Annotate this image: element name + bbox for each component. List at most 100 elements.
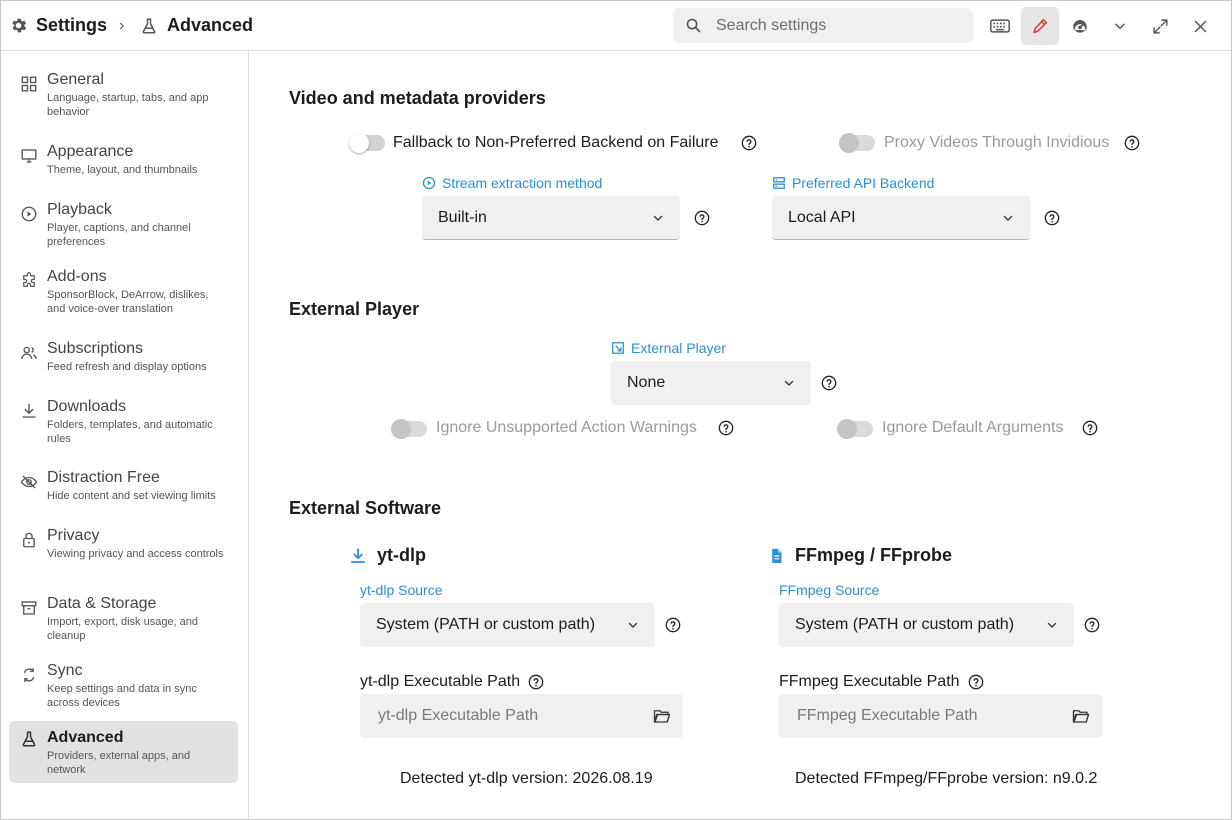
toggle-knob [837,419,857,439]
sidebar-item-distraction-free[interactable]: Distraction Free Hide content and set vi… [9,469,238,503]
chevron-down-icon [1115,23,1125,30]
sidebar-item-advanced[interactable]: Advanced Providers, external apps, and n… [9,721,238,783]
close-button[interactable] [1181,7,1219,45]
sidebar-item-downloads[interactable]: Downloads Folders, templates, and automa… [9,398,238,446]
ytdlp-source-value: System (PATH or custom path) [376,616,596,633]
external-player-label-text: External Player [631,340,726,356]
ffmpeg-path-field[interactable] [779,694,1102,738]
sidebar-item-subscriptions[interactable]: Subscriptions Feed refresh and display o… [9,340,238,374]
sidebar-item-title: Subscriptions [47,340,144,357]
api-backend-select[interactable]: Local API [772,196,1030,240]
help-icon[interactable] [1082,420,1098,436]
flask-icon [22,731,36,747]
help-icon[interactable] [968,674,984,690]
search-box[interactable] [673,8,973,43]
ffmpeg-source-select[interactable]: System (PATH or custom path) [779,603,1074,647]
more-button[interactable] [1101,7,1139,45]
proxy-invidious-label: Proxy Videos Through Invidious [884,134,1110,151]
archive-icon [21,601,37,615]
sidebar-item-title: Advanced [47,729,124,746]
fallback-toggle[interactable] [349,133,385,153]
sidebar-item-playback[interactable]: Playback Player, captions, and channel p… [9,201,238,249]
chevron-down-icon [628,622,638,628]
main-content: Video and metadata providers Fallback to… [249,51,1231,819]
sidebar-item-desc: Language, startup, tabs, and app behavio… [47,92,209,118]
ytdlp-source-select[interactable]: System (PATH or custom path) [360,603,655,647]
proxy-invidious-toggle[interactable] [839,133,875,153]
ignore-warnings-label: Ignore Unsupported Action Warnings [436,419,697,436]
ffmpeg-version-text: Detected FFmpeg/FFprobe version: n9.0.2 [795,770,1098,787]
ignore-warnings-toggle[interactable] [391,419,427,439]
sidebar-item-desc: Player, captions, and channel preference… [47,222,191,248]
sidebar-item-title: Add-ons [47,268,107,285]
api-backend-value: Local API [788,208,856,226]
ytdlp-version-text: Detected yt-dlp version: 2026.08.19 [400,770,653,787]
section-title-external-player: External Player [289,299,420,319]
play-circle-icon [422,176,436,190]
help-icon[interactable] [1044,210,1060,226]
breadcrumb-settings[interactable]: Settings [9,1,107,50]
speed-button[interactable] [1061,7,1099,45]
sidebar-item-desc: Folders, templates, and automatic rules [47,419,213,445]
sidebar-item-appearance[interactable]: Appearance Theme, layout, and thumbnails [9,143,238,177]
settings-window: Settings › Advanced Search settings Gene… [0,0,1232,820]
ytdlp-title-text: yt-dlp [377,545,426,565]
eye-off-icon [20,475,38,489]
speedometer-icon [1073,20,1087,33]
stream-method-select[interactable]: Built-in [422,196,680,240]
sidebar-item-desc: Hide content and set viewing limits [47,490,216,502]
ytdlp-path-label: yt-dlp Executable Path [360,673,544,691]
sidebar-item-addons[interactable]: Add-ons SponsorBlock, DeArrow, dislikes,… [9,268,238,316]
monitor-icon [21,149,37,163]
section-title-external-software: External Software [289,498,442,518]
folder-open-icon[interactable] [1072,708,1090,724]
keyboard-button[interactable] [981,7,1019,45]
sidebar-item-general[interactable]: General Language, startup, tabs, and app… [9,71,238,119]
ytdlp-source-label: yt-dlp Source [360,582,443,598]
ytdlp-path-input[interactable] [376,706,620,726]
ffmpeg-title-text: FFmpeg / FFprobe [795,545,952,565]
sidebar-item-title: Privacy [47,527,100,544]
sidebar-item-desc: SponsorBlock, DeArrow, dislikes, and voi… [47,289,209,315]
ffmpeg-title: FFmpeg / FFprobe [768,545,952,566]
file-icon [772,548,782,563]
external-player-select[interactable]: None [611,361,811,405]
ytdlp-path-field[interactable] [360,694,683,738]
help-icon[interactable] [665,617,681,633]
download-icon [22,403,36,418]
ffmpeg-path-label: FFmpeg Executable Path [779,673,984,691]
sidebar-item-privacy[interactable]: Privacy Viewing privacy and access contr… [9,527,238,575]
ignore-default-args-toggle[interactable] [837,419,873,439]
pen-button[interactable] [1021,7,1059,45]
help-icon[interactable] [1124,135,1140,151]
help-icon[interactable] [821,375,837,391]
help-icon[interactable] [694,210,710,226]
help-icon[interactable] [1084,617,1100,633]
chevron-down-icon [653,215,663,221]
sidebar-item-title: Sync [47,662,83,679]
keyboard-icon [990,19,1010,33]
search-input[interactable] [714,15,958,36]
ffmpeg-path-input[interactable] [795,706,1039,726]
stream-method-label-text: Stream extraction method [442,175,603,191]
puzzle-icon [23,272,35,287]
help-icon[interactable] [528,674,544,690]
ffmpeg-source-value: System (PATH or custom path) [795,616,1015,633]
sidebar-item-desc: Keep settings and data in sync across de… [47,683,197,709]
ignore-default-args-label: Ignore Default Arguments [882,419,1064,436]
flask-icon [142,18,156,33]
external-player-label: External Player [611,340,726,356]
sidebar-item-desc: Theme, layout, and thumbnails [47,164,198,176]
folder-open-icon[interactable] [653,708,671,724]
api-backend-label: Preferred API Backend [772,175,934,191]
sidebar-item-data-storage[interactable]: Data & Storage Import, export, disk usag… [9,595,238,643]
maximize-button[interactable] [1141,7,1179,45]
help-icon[interactable] [718,420,734,436]
help-icon[interactable] [741,135,757,151]
toggle-knob [839,133,859,153]
breadcrumb-separator: › [119,16,125,34]
sidebar-item-sync[interactable]: Sync Keep settings and data in sync acro… [9,662,238,710]
play-circle-icon [21,206,37,222]
chevron-down-icon [1047,622,1057,628]
sidebar-item-desc: Import, export, disk usage, and cleanup [47,616,199,642]
